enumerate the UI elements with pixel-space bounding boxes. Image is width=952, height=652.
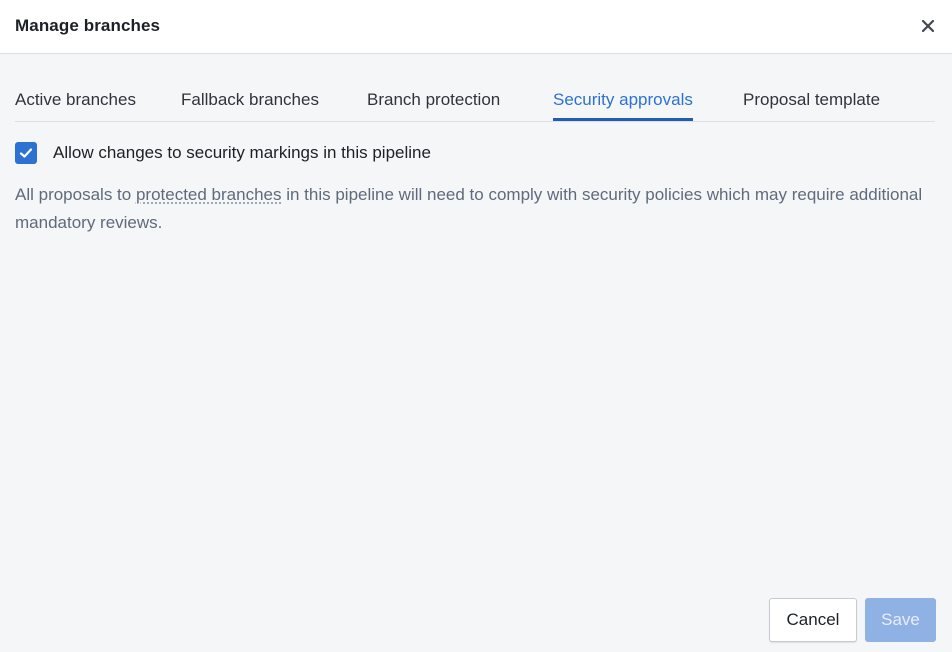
checkmark-icon [19, 148, 33, 158]
tab-security-approvals[interactable]: Security approvals [553, 90, 693, 121]
tab-branch-protection[interactable]: Branch protection [367, 90, 500, 121]
tab-list: Active branches Fallback branches Branch… [15, 80, 935, 122]
tab-fallback-branches[interactable]: Fallback branches [181, 90, 319, 121]
tab-proposal-template[interactable]: Proposal template [743, 90, 880, 121]
dialog-header: Manage branches [0, 0, 952, 54]
security-markings-option: Allow changes to security markings in th… [15, 141, 431, 165]
allow-security-changes-checkbox[interactable] [15, 142, 37, 164]
protected-branches-link[interactable]: protected branches [136, 185, 282, 204]
close-icon [921, 19, 935, 33]
dialog-title: Manage branches [15, 16, 161, 35]
close-button[interactable] [916, 14, 940, 38]
save-button[interactable]: Save [865, 598, 936, 642]
security-description: All proposals to protected branches in t… [15, 181, 935, 237]
description-text-start: All proposals to [15, 185, 136, 204]
cancel-button[interactable]: Cancel [769, 598, 857, 642]
tab-active-branches[interactable]: Active branches [15, 90, 136, 121]
checkbox-label[interactable]: Allow changes to security markings in th… [53, 143, 431, 163]
